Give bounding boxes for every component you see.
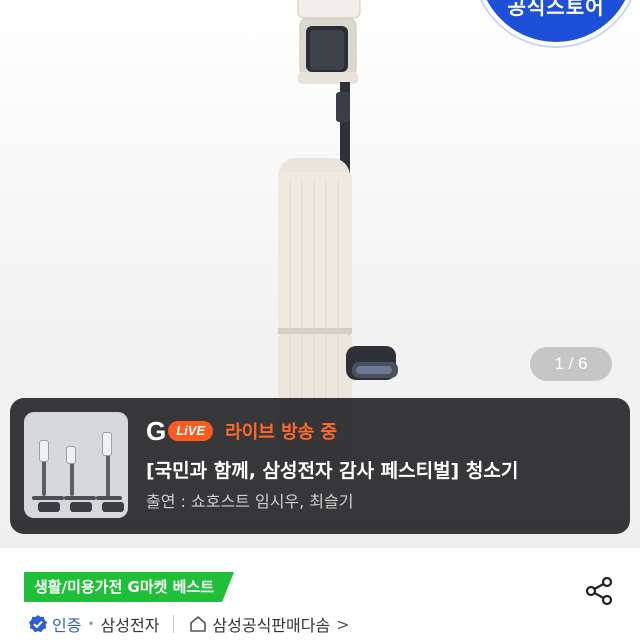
home-icon [190,616,207,632]
g-logo: G [146,416,167,446]
live-pill: LiVE [168,421,214,441]
live-title: [국민과 함께, 삼성전자 감사 페스티벌] 청소기 [146,460,519,482]
certified-label: 인증 [52,616,82,635]
live-thumbnail [24,412,128,518]
store-link[interactable]: 삼성공식판매다솜 [212,612,330,636]
product-detail-page: 공식스토어 1 / 6 G LiVE 라이브 방송 중 [국민과 함께, 삼성전… [0,0,640,640]
best-category-tag[interactable]: 생활/미용가전 G마켓 베스트 [24,572,234,602]
divider [173,615,175,633]
chevron-right-icon: > [336,614,350,634]
seller-meta-row: 인증 • 삼성전자 삼성공식판매다솜 > [28,612,350,636]
brand-link[interactable]: 삼성전자 [101,612,160,636]
share-icon[interactable] [582,574,616,608]
live-cast: 출연 : 쇼호스트 임시우, 최슬기 [146,492,354,511]
live-status: 라이브 방송 중 [225,422,338,443]
separator-dot: • [87,617,95,631]
check-badge-icon [29,615,47,633]
live-header: G LiVE 라이브 방송 중 [146,417,337,445]
live-broadcast-banner[interactable]: G LiVE 라이브 방송 중 [국민과 함께, 삼성전자 감사 페스티벌] 청… [10,398,630,534]
image-counter: 1 / 6 [530,347,612,381]
